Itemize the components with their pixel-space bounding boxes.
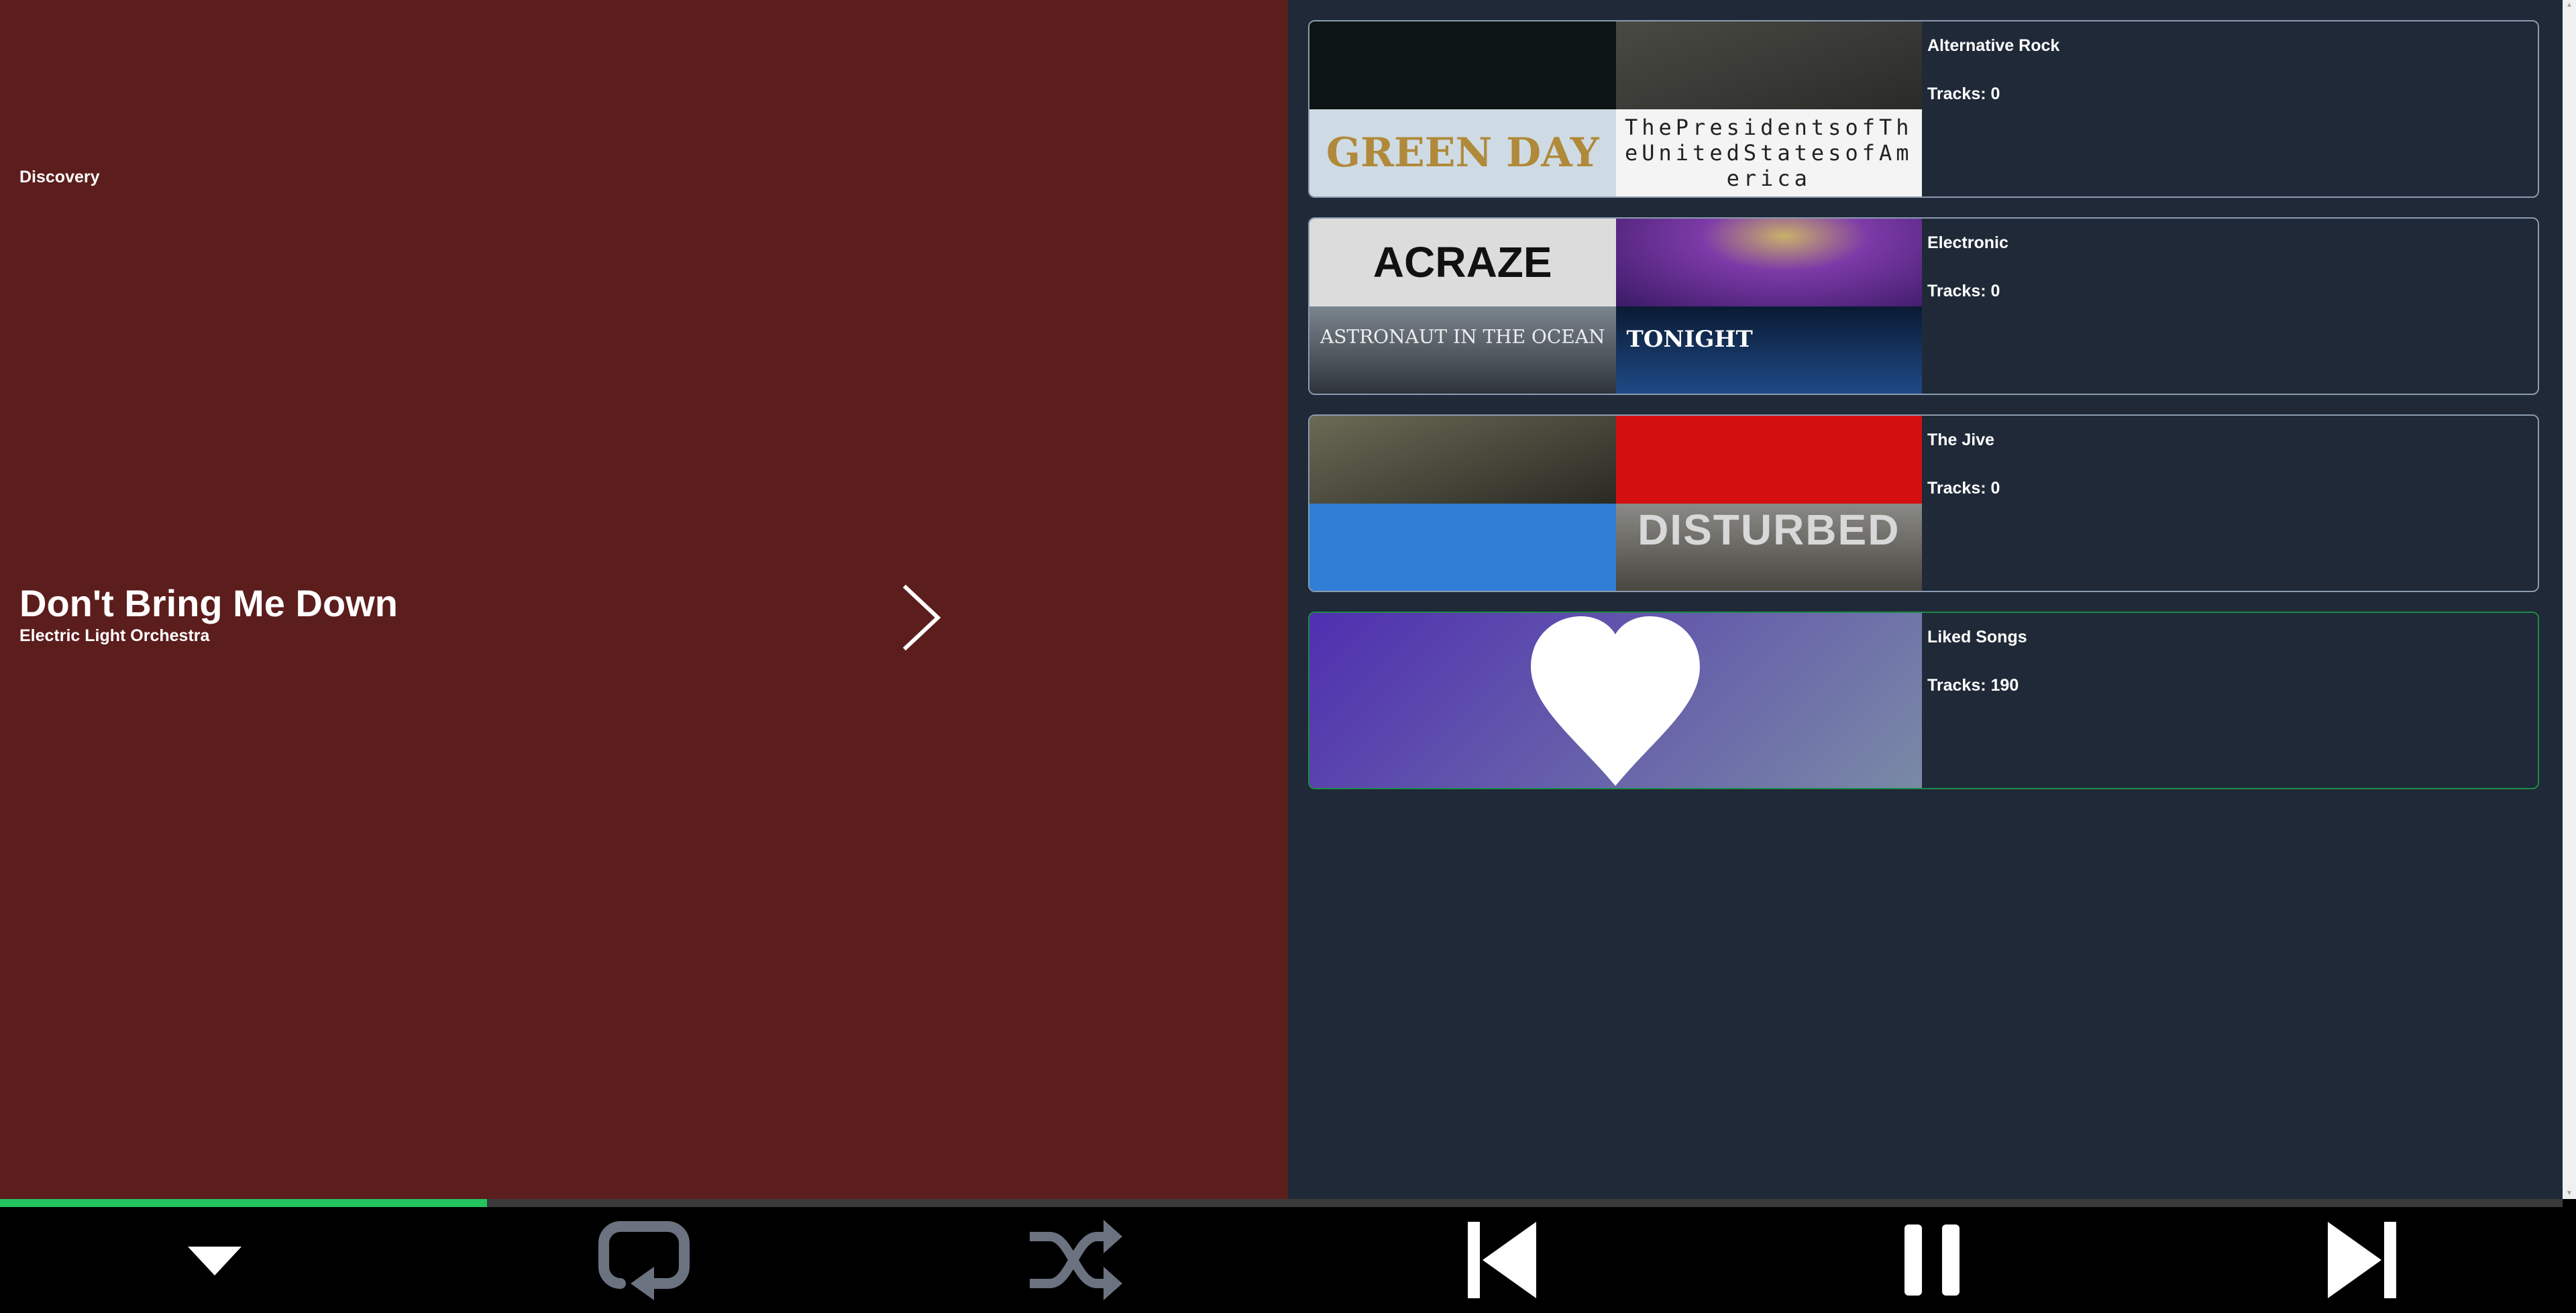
section-label: Discovery <box>19 168 100 186</box>
playlist-name: Alternative Rock <box>1927 36 2060 55</box>
playlist-cover-mosaic: DISTURBED <box>1309 416 1922 591</box>
playlist-cover-mosaic: ACRAZE ASTRONAUT IN THE OCEAN TONIGHT <box>1309 219 1922 394</box>
album-cover-text: ACRAZE <box>1373 238 1552 287</box>
repeat-button[interactable] <box>429 1207 859 1313</box>
chevron-right-icon[interactable] <box>892 581 946 654</box>
album-cover-text: ThePresidentsofTheUnitedStatesofAmerica <box>1624 114 1913 191</box>
repeat-icon <box>598 1221 690 1300</box>
album-cover <box>1309 416 1616 504</box>
album-cover: ASTRONAUT IN THE OCEAN <box>1309 306 1616 394</box>
pause-button[interactable] <box>1717 1207 2147 1313</box>
track-title: Don't Bring Me Down <box>19 582 398 624</box>
shuffle-button[interactable] <box>859 1207 1288 1313</box>
playlist-track-count: Tracks: 0 <box>1927 479 2000 498</box>
previous-icon <box>1468 1222 1536 1298</box>
previous-button[interactable] <box>1288 1207 1717 1313</box>
playlist-card-the-jive[interactable]: DISTURBED The Jive Tracks: 0 <box>1308 414 2539 592</box>
collapse-icon <box>188 1247 241 1275</box>
album-cover <box>1615 416 1922 504</box>
now-playing-panel: Discovery Don't Bring Me Down Electric L… <box>0 0 1288 1199</box>
scroll-down-icon[interactable]: ▼ <box>2565 1190 2573 1198</box>
playlist-card-electronic[interactable]: ACRAZE ASTRONAUT IN THE OCEAN TONIGHT El… <box>1308 217 2539 395</box>
playlist-card-alternative-rock[interactable]: GREEN DAY ThePresidentsofTheUnitedStates… <box>1308 20 2539 198</box>
playlist-card-liked-songs[interactable]: Liked Songs Tracks: 190 <box>1308 612 2539 789</box>
album-cover: ACRAZE <box>1309 219 1616 306</box>
album-cover: TONIGHT <box>1615 306 1922 394</box>
album-cover: GREEN DAY <box>1309 109 1616 196</box>
album-cover-text: ASTRONAUT IN THE OCEAN <box>1320 325 1605 348</box>
playlist-track-count: Tracks: 190 <box>1927 676 2019 695</box>
album-cover <box>1309 503 1616 591</box>
pause-icon <box>1904 1224 1960 1296</box>
playback-controls <box>0 1207 2576 1313</box>
album-cover-text: GREEN DAY <box>1326 129 1599 176</box>
album-cover: DISTURBED <box>1615 503 1922 591</box>
track-artist: Electric Light Orchestra <box>19 626 210 645</box>
scroll-up-icon[interactable]: ▲ <box>2565 1 2573 9</box>
collapse-button[interactable] <box>0 1207 429 1313</box>
album-cover <box>1309 21 1616 109</box>
playback-progress-bar[interactable] <box>0 1199 2563 1207</box>
playback-progress-fill <box>0 1199 487 1207</box>
playlist-name: Electronic <box>1927 233 2008 252</box>
liked-songs-cover <box>1309 613 1922 788</box>
next-track-icon <box>2328 1222 2396 1298</box>
scrollbar-thumb[interactable] <box>2565 15 2573 1184</box>
next-track-button[interactable] <box>2147 1207 2576 1313</box>
heart-icon <box>1531 616 1700 786</box>
playlist-name: Liked Songs <box>1927 628 2027 646</box>
playlist-track-count: Tracks: 0 <box>1927 84 2000 103</box>
scrollbar[interactable]: ▲ ▼ <box>2563 0 2576 1199</box>
album-cover <box>1615 21 1922 109</box>
shuffle-icon <box>1030 1220 1122 1300</box>
album-cover <box>1615 219 1922 306</box>
playlist-cover-mosaic: GREEN DAY ThePresidentsofTheUnitedStates… <box>1309 21 1922 196</box>
album-cover: ThePresidentsofTheUnitedStatesofAmerica <box>1615 109 1922 196</box>
playlist-name: The Jive <box>1927 431 1995 449</box>
album-cover-text: DISTURBED <box>1638 505 1900 554</box>
album-cover-text: TONIGHT <box>1626 326 1753 353</box>
playlist-track-count: Tracks: 0 <box>1927 282 2000 300</box>
